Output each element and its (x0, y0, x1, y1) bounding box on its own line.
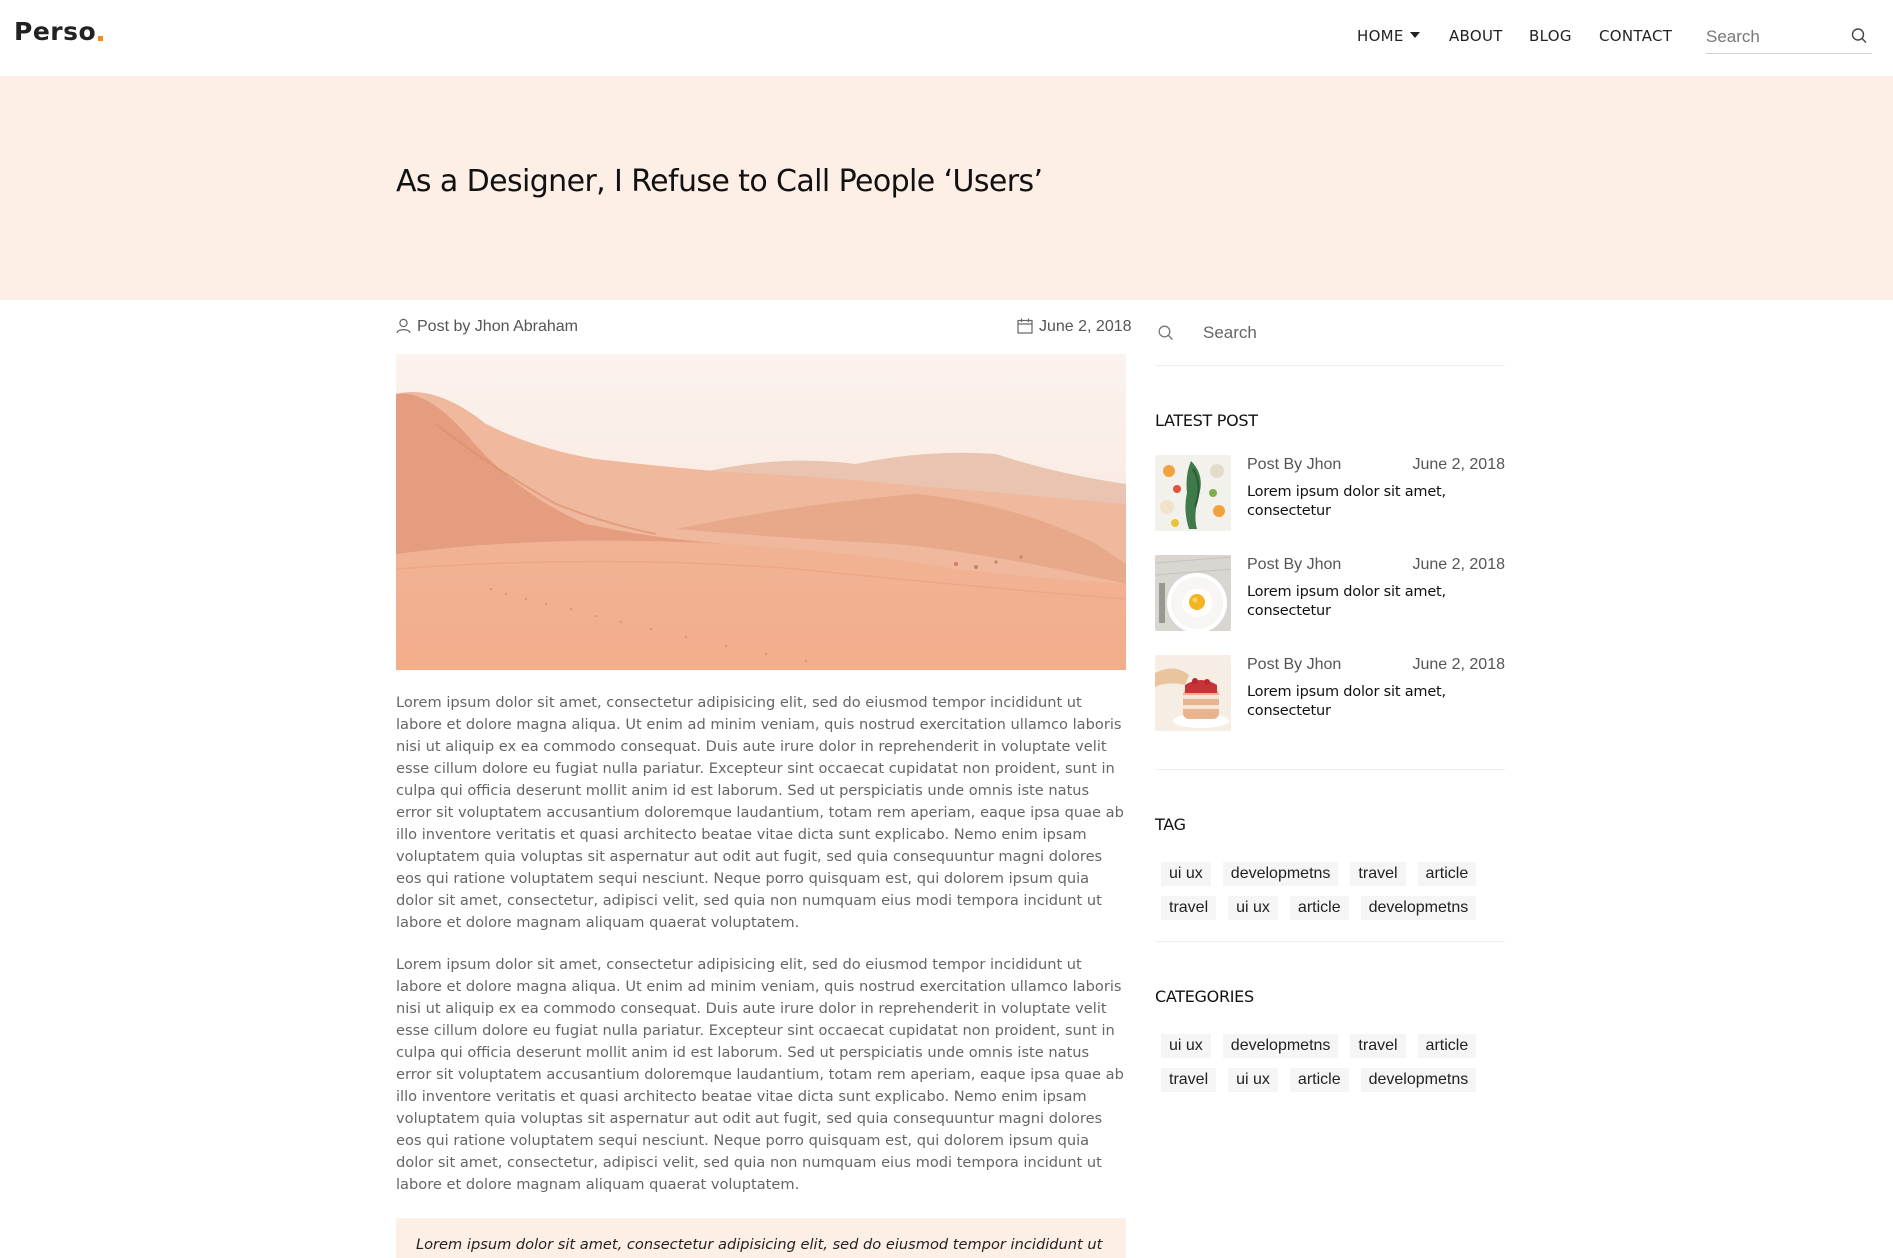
latest-post-item[interactable]: Post By Jhon June 2, 2018 Lorem ipsum do… (1155, 655, 1505, 731)
latest-post-item[interactable]: Post By Jhon June 2, 2018 Lorem ipsum do… (1155, 555, 1505, 631)
calendar-icon (1017, 318, 1039, 335)
categories-heading: CATEGORIES (1155, 987, 1254, 1006)
category-chip[interactable]: ui ux (1228, 1068, 1278, 1092)
nav-item-contact[interactable]: CONTACT (1599, 27, 1672, 45)
blockquote-text: Lorem ipsum dolor sit amet, consectetur … (416, 1236, 1103, 1253)
latest-post-date: June 2, 2018 (1412, 556, 1505, 573)
hero-banner: As a Designer, I Refuse to Call People ‘… (0, 76, 1893, 300)
latest-post-item[interactable]: Post By Jhon June 2, 2018 Lorem ipsum do… (1155, 455, 1505, 531)
tag-chip[interactable]: travel (1350, 862, 1406, 886)
tag-chip[interactable]: article (1417, 862, 1477, 886)
top-navbar: Perso HOME ABOUT BLOG CONTACT (0, 0, 1893, 76)
latest-post-author: Post By Jhon (1247, 456, 1342, 473)
tag-chip[interactable]: article (1289, 896, 1349, 920)
post-date: June 2, 2018 (1017, 318, 1132, 336)
nav-search-input[interactable] (1706, 22, 1856, 52)
latest-post-author: Post By Jhon (1247, 656, 1342, 673)
sidebar-search (1155, 314, 1505, 366)
category-chip[interactable]: travel (1350, 1034, 1406, 1058)
tag-heading: TAG (1155, 815, 1186, 834)
sidebar-search-input[interactable] (1203, 318, 1493, 348)
post-blockquote: Lorem ipsum dolor sit amet, consectetur … (396, 1218, 1126, 1258)
tag-chip[interactable]: ui ux (1228, 896, 1278, 920)
category-chip[interactable]: article (1417, 1034, 1477, 1058)
tag-chip[interactable]: developmetns (1222, 862, 1339, 886)
nav-item-home[interactable]: HOME (1357, 27, 1420, 45)
category-chip[interactable]: ui ux (1161, 1034, 1211, 1058)
post-featured-image (396, 354, 1126, 670)
nav-item-about[interactable]: ABOUT (1449, 27, 1503, 45)
category-chip[interactable]: article (1289, 1068, 1349, 1092)
search-icon[interactable] (1850, 27, 1868, 45)
latest-post-heading: LATEST POST (1155, 411, 1258, 430)
tag-chip[interactable]: developmetns (1360, 896, 1477, 920)
category-chip[interactable]: developmetns (1360, 1068, 1477, 1092)
post-thumbnail[interactable] (1155, 555, 1231, 631)
latest-post-title[interactable]: Lorem ipsum dolor sit amet, consectetur (1247, 483, 1467, 521)
post-paragraph: Lorem ipsum dolor sit amet, consectetur … (396, 694, 1124, 931)
latest-post-date: June 2, 2018 (1412, 656, 1505, 673)
post-thumbnail[interactable] (1155, 655, 1231, 731)
latest-post-title[interactable]: Lorem ipsum dolor sit amet, consectetur (1247, 583, 1467, 621)
logo-dot (98, 36, 104, 41)
latest-post-author: Post By Jhon (1247, 556, 1342, 573)
tag-list: ui ux developmetns travel article travel ui … (1155, 862, 1505, 930)
sidebar-divider (1155, 769, 1505, 770)
post-title: As a Designer, I Refuse to Call People ‘… (396, 164, 1043, 199)
tag-chip[interactable]: travel (1161, 896, 1217, 920)
latest-post-date: June 2, 2018 (1412, 456, 1505, 473)
latest-post-title[interactable]: Lorem ipsum dolor sit amet, consectetur (1247, 683, 1467, 721)
sidebar-divider (1155, 941, 1505, 942)
category-chip[interactable]: developmetns (1222, 1034, 1339, 1058)
search-icon[interactable] (1157, 324, 1175, 347)
post-author: Post by Jhon Abraham (396, 318, 578, 336)
nav-item-blog[interactable]: BLOG (1529, 27, 1572, 45)
user-icon (396, 318, 417, 335)
post-paragraph: Lorem ipsum dolor sit amet, consectetur … (396, 956, 1124, 1193)
site-logo[interactable]: Perso (14, 17, 104, 46)
category-list: ui ux developmetns travel article travel ui … (1155, 1034, 1505, 1102)
tag-chip[interactable]: ui ux (1161, 862, 1211, 886)
post-thumbnail[interactable] (1155, 455, 1231, 531)
category-chip[interactable]: travel (1161, 1068, 1217, 1092)
chevron-down-icon (1409, 32, 1420, 38)
nav-search (1706, 22, 1872, 54)
